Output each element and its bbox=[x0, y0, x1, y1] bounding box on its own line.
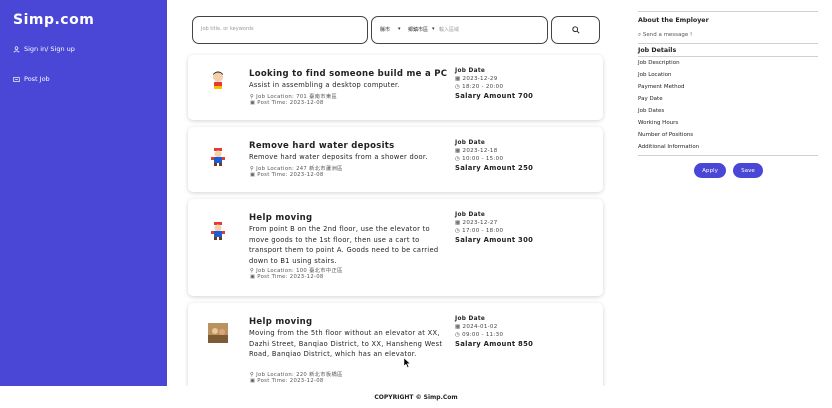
nav-post-job-label: Post Job bbox=[24, 75, 50, 83]
job-post-time: ▣ Post Time: 2023-12-08 bbox=[250, 172, 324, 178]
divider bbox=[638, 56, 818, 57]
salary-amount: Salary Amount 700 bbox=[455, 92, 534, 100]
save-button[interactable]: Save bbox=[733, 163, 763, 178]
copyright-text: COPYRIGHT © Simp.Com bbox=[374, 393, 458, 401]
district-chevron-icon: ▾ bbox=[432, 26, 435, 32]
place-input[interactable]: 輸入區域 bbox=[439, 26, 459, 33]
job-schedule: Job Date ▦ 2023-12-27 ◷ 17:00 - 18:00 Sa… bbox=[455, 212, 534, 244]
mouse-cursor-icon bbox=[404, 358, 411, 368]
search-icon bbox=[571, 26, 580, 34]
nav-post-job[interactable]: Post Job bbox=[13, 75, 50, 83]
job-card[interactable]: Looking to find someone build me a PC As… bbox=[188, 55, 603, 120]
calendar-icon: ▦ 2023-12-29 bbox=[455, 76, 498, 82]
footer: COPYRIGHT © Simp.Com bbox=[0, 386, 832, 408]
shin-chan-avatar bbox=[213, 71, 223, 89]
salary-amount: Salary Amount 850 bbox=[455, 340, 534, 348]
clock-icon: ◷ 09:00 - 11:30 bbox=[455, 332, 504, 338]
job-card[interactable]: Help moving Moving from the 5th floor wi… bbox=[188, 303, 603, 395]
job-schedule: Job Date ▦ 2023-12-29 ◷ 18:20 - 20:00 Sa… bbox=[455, 68, 534, 100]
nav-sign-in-label: Sign in/ Sign up bbox=[24, 45, 75, 53]
job-title: Help moving bbox=[249, 317, 313, 327]
job-post-time: ▣ Post Time: 2023-12-08 bbox=[250, 378, 324, 384]
brand-logo[interactable]: Simp.com bbox=[13, 12, 94, 28]
field-job-dates: Job Dates bbox=[638, 108, 665, 114]
job-post-time: ▣ Post Time: 2023-12-08 bbox=[250, 100, 324, 106]
about-employer-title: About the Employer bbox=[638, 17, 709, 24]
calendar-icon: ▦ 2023-12-27 bbox=[455, 220, 498, 226]
apply-button[interactable]: Apply bbox=[694, 163, 726, 178]
salary-amount: Salary Amount 250 bbox=[455, 164, 534, 172]
job-card[interactable]: Help moving From point B on the 2nd floo… bbox=[188, 199, 603, 296]
city-chevron-icon: ▾ bbox=[398, 26, 401, 32]
job-location: ⚲ Job Location: 220 新北市板橋區 bbox=[250, 372, 343, 378]
job-schedule: Job Date ▦ 2024-01-02 ◷ 09:00 - 11:30 Sa… bbox=[455, 316, 534, 348]
divider bbox=[638, 11, 818, 12]
job-title: Looking to find someone build me a PC bbox=[249, 69, 448, 79]
job-title: Help moving bbox=[249, 213, 313, 223]
field-job-location: Job Location bbox=[638, 72, 672, 78]
field-pay-date: Pay Date bbox=[638, 96, 663, 102]
clock-icon: ◷ 18:20 - 20:00 bbox=[455, 84, 504, 90]
location-search[interactable]: 縣市 ▾ 鄉鎮市區 ▾ 輸入區域 bbox=[371, 16, 548, 44]
job-description: Moving from the 5th floor without an ele… bbox=[249, 329, 443, 358]
job-schedule: Job Date ▦ 2023-12-18 ◷ 10:00 - 15:00 Sa… bbox=[455, 140, 534, 172]
divider bbox=[638, 43, 818, 44]
calendar-icon: ▦ 2023-12-18 bbox=[455, 148, 498, 154]
job-details-title: Job Details bbox=[638, 47, 677, 54]
divider bbox=[638, 155, 818, 156]
field-working-hours: Working Hours bbox=[638, 120, 679, 126]
send-message-link[interactable]: ⌕ Send a message ! bbox=[638, 32, 692, 39]
mario-avatar bbox=[211, 222, 225, 240]
calendar-icon: ▦ 2024-01-02 bbox=[455, 324, 498, 330]
keyword-placeholder: Job title, or keywords bbox=[201, 26, 254, 32]
job-description: Remove hard water deposits from a shower… bbox=[249, 153, 428, 161]
job-detail-panel: About the Employer ⌕ Send a message ! Jo… bbox=[638, 0, 818, 190]
keyword-search-input[interactable]: Job title, or keywords bbox=[192, 16, 368, 44]
job-description: From point B on the 2nd floor, use the e… bbox=[249, 225, 439, 265]
district-select[interactable]: 鄉鎮市區 bbox=[408, 26, 428, 33]
mario-avatar bbox=[211, 148, 225, 166]
job-location: ⚲ Job Location: 100 臺北市中正區 bbox=[250, 268, 343, 274]
job-post-time: ▣ Post Time: 2023-12-08 bbox=[250, 274, 324, 280]
search-button[interactable] bbox=[551, 16, 600, 44]
field-additional-information: Additional Information bbox=[638, 144, 700, 150]
login-icon bbox=[13, 45, 20, 53]
clock-icon: ◷ 10:00 - 15:00 bbox=[455, 156, 504, 162]
salary-amount: Salary Amount 300 bbox=[455, 236, 534, 244]
job-description: Assist in assembling a desktop computer. bbox=[249, 81, 400, 89]
job-location: ⚲ Job Location: 247 新北市蘆洲區 bbox=[250, 166, 343, 172]
post-job-icon bbox=[13, 76, 20, 82]
job-location: ⚲ Job Location: 701 臺南市東區 bbox=[250, 94, 338, 100]
field-job-description: Job Description bbox=[638, 60, 680, 66]
sidebar: Simp.com Sign in/ Sign up Post Job bbox=[0, 0, 167, 386]
photo-avatar bbox=[208, 323, 228, 343]
field-number-of-positions: Number of Positions bbox=[638, 132, 694, 138]
job-card[interactable]: Remove hard water deposits Remove hard w… bbox=[188, 127, 603, 192]
job-title: Remove hard water deposits bbox=[249, 141, 395, 151]
clock-icon: ◷ 17:00 - 18:00 bbox=[455, 228, 504, 234]
field-payment-method: Payment Method bbox=[638, 84, 685, 90]
nav-sign-in[interactable]: Sign in/ Sign up bbox=[13, 45, 75, 53]
city-select[interactable]: 縣市 bbox=[380, 26, 390, 33]
